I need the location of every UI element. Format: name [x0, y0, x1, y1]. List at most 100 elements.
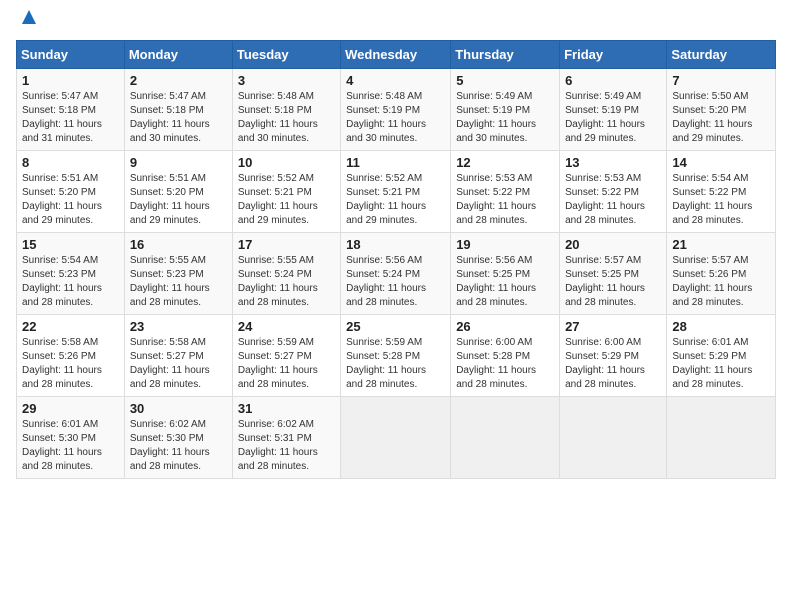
day-info: Sunrise: 5:49 AM Sunset: 5:19 PM Dayligh…: [456, 90, 554, 146]
day-info: Sunrise: 5:57 AM Sunset: 5:25 PM Dayligh…: [565, 254, 661, 310]
day-number: 23: [130, 319, 227, 334]
logo: [16, 16, 40, 28]
day-info: Sunrise: 5:56 AM Sunset: 5:25 PM Dayligh…: [456, 254, 554, 310]
day-number: 6: [565, 73, 661, 88]
day-number: 20: [565, 237, 661, 252]
day-number: 3: [238, 73, 335, 88]
calendar-cell: 30 Sunrise: 6:02 AM Sunset: 5:30 PM Dayli…: [124, 397, 232, 479]
calendar-cell: 11Sunrise: 5:52 AM Sunset: 5:21 PM Dayli…: [341, 151, 451, 233]
day-info: Sunrise: 5:48 AM Sunset: 5:18 PM Dayligh…: [238, 90, 335, 146]
calendar-header-row: SundayMondayTuesdayWednesdayThursdayFrid…: [17, 41, 776, 69]
day-number: 16: [130, 237, 227, 252]
day-info: Sunrise: 6:01 AM Sunset: 5:30 PM Dayligh…: [22, 418, 119, 474]
calendar-cell: [667, 397, 776, 479]
calendar-cell: 24 Sunrise: 5:59 AM Sunset: 5:27 PM Dayli…: [232, 315, 340, 397]
calendar-week-row: 8 Sunrise: 5:51 AM Sunset: 5:20 PM Daylig…: [17, 151, 776, 233]
column-header-thursday: Thursday: [451, 41, 560, 69]
calendar-header: SundayMondayTuesdayWednesdayThursdayFrid…: [17, 41, 776, 69]
calendar-cell: [341, 397, 451, 479]
calendar-cell: 7 Sunrise: 5:50 AM Sunset: 5:20 PM Daylig…: [667, 69, 776, 151]
day-number: 28: [672, 319, 770, 334]
column-header-wednesday: Wednesday: [341, 41, 451, 69]
calendar-cell: 3 Sunrise: 5:48 AM Sunset: 5:18 PM Daylig…: [232, 69, 340, 151]
day-number: 29: [22, 401, 119, 416]
calendar-cell: 20 Sunrise: 5:57 AM Sunset: 5:25 PM Dayli…: [560, 233, 667, 315]
day-number: 14: [672, 155, 770, 170]
column-header-tuesday: Tuesday: [232, 41, 340, 69]
calendar-cell: 29 Sunrise: 6:01 AM Sunset: 5:30 PM Dayli…: [17, 397, 125, 479]
day-number: 21: [672, 237, 770, 252]
day-number: 31: [238, 401, 335, 416]
calendar-cell: 22 Sunrise: 5:58 AM Sunset: 5:26 PM Dayli…: [17, 315, 125, 397]
calendar-cell: 4 Sunrise: 5:48 AM Sunset: 5:19 PM Daylig…: [341, 69, 451, 151]
calendar-cell: 6 Sunrise: 5:49 AM Sunset: 5:19 PM Daylig…: [560, 69, 667, 151]
day-info: Sunrise: 5:58 AM Sunset: 5:26 PM Dayligh…: [22, 336, 119, 392]
day-info: Sunrise: 5:58 AM Sunset: 5:27 PM Dayligh…: [130, 336, 227, 392]
day-number: 19: [456, 237, 554, 252]
column-header-monday: Monday: [124, 41, 232, 69]
calendar-cell: 2 Sunrise: 5:47 AM Sunset: 5:18 PM Daylig…: [124, 69, 232, 151]
calendar-cell: 12 Sunrise: 5:53 AM Sunset: 5:22 PM Dayli…: [451, 151, 560, 233]
day-number: 27: [565, 319, 661, 334]
day-number: 26: [456, 319, 554, 334]
day-number: 8: [22, 155, 119, 170]
day-info: Sunrise: 5:48 AM Sunset: 5:19 PM Dayligh…: [346, 90, 445, 146]
day-info: Sunrise: 5:47 AM Sunset: 5:18 PM Dayligh…: [130, 90, 227, 146]
day-info: Sunrise: 5:49 AM Sunset: 5:19 PM Dayligh…: [565, 90, 661, 146]
day-info: Sunrise: 6:00 AM Sunset: 5:29 PM Dayligh…: [565, 336, 661, 392]
calendar-body: 1Sunrise: 5:47 AM Sunset: 5:18 PM Daylig…: [17, 69, 776, 479]
day-info: Sunrise: 5:52 AM Sunset: 5:21 PM Dayligh…: [346, 172, 445, 228]
day-info: Sunrise: 6:01 AM Sunset: 5:29 PM Dayligh…: [672, 336, 770, 392]
day-number: 17: [238, 237, 335, 252]
day-number: 2: [130, 73, 227, 88]
column-header-sunday: Sunday: [17, 41, 125, 69]
calendar-cell: 13Sunrise: 5:53 AM Sunset: 5:22 PM Dayli…: [560, 151, 667, 233]
calendar-cell: 9 Sunrise: 5:51 AM Sunset: 5:20 PM Daylig…: [124, 151, 232, 233]
day-number: 15: [22, 237, 119, 252]
day-number: 7: [672, 73, 770, 88]
calendar-cell: 26 Sunrise: 6:00 AM Sunset: 5:28 PM Dayli…: [451, 315, 560, 397]
calendar-cell: 5 Sunrise: 5:49 AM Sunset: 5:19 PM Daylig…: [451, 69, 560, 151]
calendar-cell: 27 Sunrise: 6:00 AM Sunset: 5:29 PM Dayli…: [560, 315, 667, 397]
day-number: 10: [238, 155, 335, 170]
day-info: Sunrise: 5:51 AM Sunset: 5:20 PM Dayligh…: [130, 172, 227, 228]
day-number: 13: [565, 155, 661, 170]
day-number: 5: [456, 73, 554, 88]
day-number: 24: [238, 319, 335, 334]
day-info: Sunrise: 5:55 AM Sunset: 5:24 PM Dayligh…: [238, 254, 335, 310]
day-number: 25: [346, 319, 445, 334]
day-number: 12: [456, 155, 554, 170]
day-info: Sunrise: 5:54 AM Sunset: 5:23 PM Dayligh…: [22, 254, 119, 310]
page-header: [16, 16, 776, 28]
calendar-cell: 21 Sunrise: 5:57 AM Sunset: 5:26 PM Dayli…: [667, 233, 776, 315]
day-number: 4: [346, 73, 445, 88]
day-info: Sunrise: 5:59 AM Sunset: 5:27 PM Dayligh…: [238, 336, 335, 392]
calendar-cell: 15 Sunrise: 5:54 AM Sunset: 5:23 PM Dayli…: [17, 233, 125, 315]
calendar-cell: 28 Sunrise: 6:01 AM Sunset: 5:29 PM Dayli…: [667, 315, 776, 397]
calendar-cell: 10 Sunrise: 5:52 AM Sunset: 5:21 PM Dayli…: [232, 151, 340, 233]
day-info: Sunrise: 5:53 AM Sunset: 5:22 PM Dayligh…: [456, 172, 554, 228]
day-info: Sunrise: 5:59 AM Sunset: 5:28 PM Dayligh…: [346, 336, 445, 392]
calendar-cell: [560, 397, 667, 479]
day-number: 30: [130, 401, 227, 416]
calendar-cell: 19 Sunrise: 5:56 AM Sunset: 5:25 PM Dayli…: [451, 233, 560, 315]
day-number: 22: [22, 319, 119, 334]
calendar-week-row: 29 Sunrise: 6:01 AM Sunset: 5:30 PM Dayli…: [17, 397, 776, 479]
day-info: Sunrise: 6:02 AM Sunset: 5:31 PM Dayligh…: [238, 418, 335, 474]
day-info: Sunrise: 6:02 AM Sunset: 5:30 PM Dayligh…: [130, 418, 227, 474]
day-info: Sunrise: 5:50 AM Sunset: 5:20 PM Dayligh…: [672, 90, 770, 146]
day-number: 9: [130, 155, 227, 170]
day-info: Sunrise: 5:57 AM Sunset: 5:26 PM Dayligh…: [672, 254, 770, 310]
calendar-week-row: 15 Sunrise: 5:54 AM Sunset: 5:23 PM Dayli…: [17, 233, 776, 315]
calendar-cell: 14 Sunrise: 5:54 AM Sunset: 5:22 PM Dayli…: [667, 151, 776, 233]
day-info: Sunrise: 5:54 AM Sunset: 5:22 PM Dayligh…: [672, 172, 770, 228]
calendar-cell: 1Sunrise: 5:47 AM Sunset: 5:18 PM Daylig…: [17, 69, 125, 151]
day-info: Sunrise: 5:51 AM Sunset: 5:20 PM Dayligh…: [22, 172, 119, 228]
day-info: Sunrise: 6:00 AM Sunset: 5:28 PM Dayligh…: [456, 336, 554, 392]
day-info: Sunrise: 5:55 AM Sunset: 5:23 PM Dayligh…: [130, 254, 227, 310]
calendar-week-row: 22 Sunrise: 5:58 AM Sunset: 5:26 PM Dayli…: [17, 315, 776, 397]
day-info: Sunrise: 5:52 AM Sunset: 5:21 PM Dayligh…: [238, 172, 335, 228]
calendar-cell: [451, 397, 560, 479]
day-info: Sunrise: 5:47 AM Sunset: 5:18 PM Dayligh…: [22, 90, 119, 146]
calendar-table: SundayMondayTuesdayWednesdayThursdayFrid…: [16, 40, 776, 479]
